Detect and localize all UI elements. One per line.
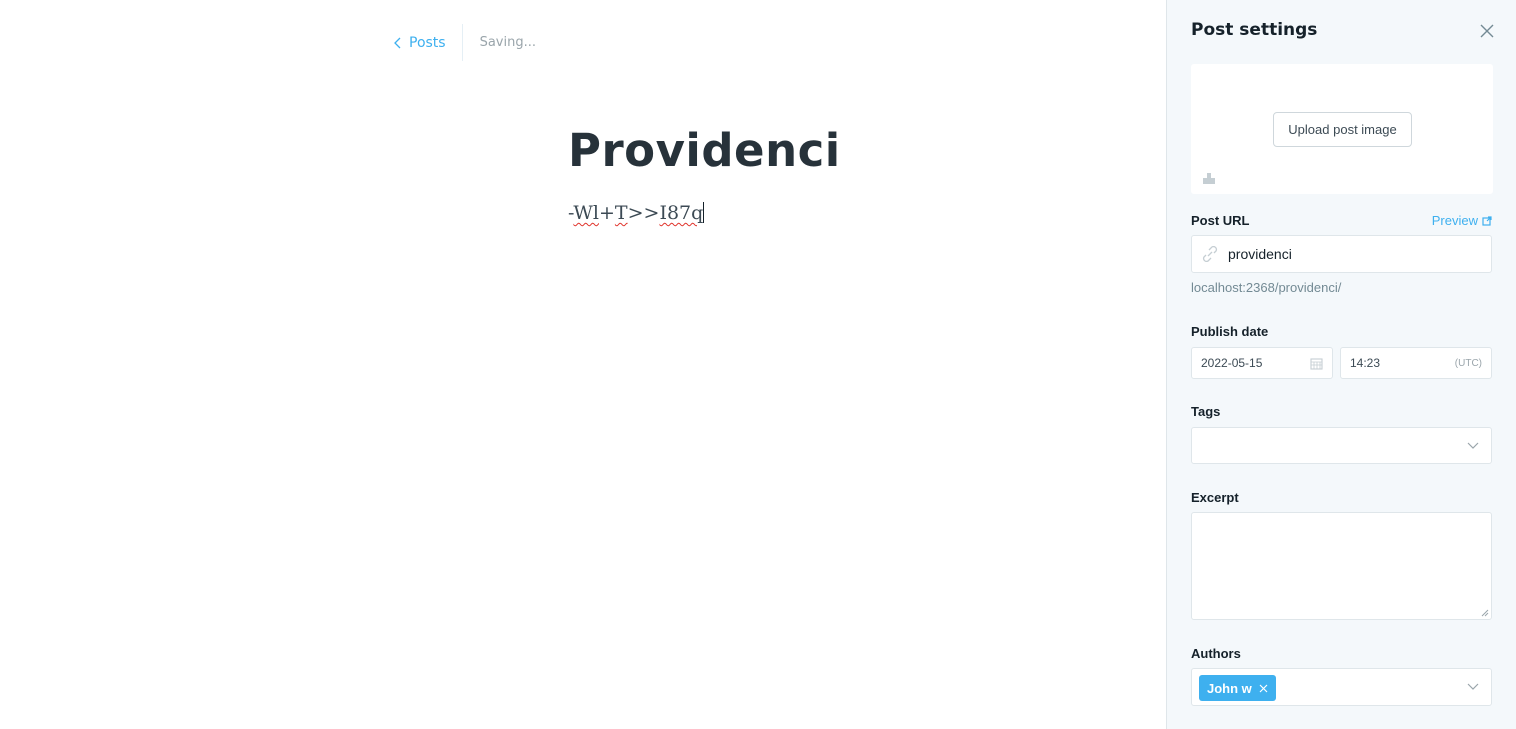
- link-icon: [1202, 246, 1218, 262]
- preview-link[interactable]: Preview: [1432, 213, 1492, 228]
- post-url-input[interactable]: providenci: [1191, 235, 1492, 273]
- sidebar-title: Post settings: [1191, 20, 1318, 40]
- image-icon: [1203, 173, 1215, 184]
- post-url-label: Post URL: [1191, 213, 1250, 228]
- back-to-posts-link[interactable]: Posts: [393, 24, 463, 61]
- close-icon[interactable]: [1478, 22, 1496, 40]
- publish-date-input[interactable]: 2022-05-15: [1191, 347, 1333, 379]
- editor-pane: Posts Saving... Providenci -Wl+T>>I87q: [0, 0, 1166, 729]
- close-icon[interactable]: [1259, 684, 1268, 693]
- upload-post-image-button[interactable]: Upload post image: [1273, 112, 1412, 147]
- post-body[interactable]: -Wl+T>>I87q: [568, 202, 705, 224]
- text-caret: [703, 202, 705, 223]
- resize-handle-icon[interactable]: [1481, 609, 1489, 617]
- post-image-dropzone[interactable]: Upload post image: [1191, 64, 1493, 194]
- author-name: John w: [1207, 680, 1252, 696]
- chevron-left-icon: [394, 37, 401, 48]
- save-status: Saving...: [479, 35, 537, 50]
- excerpt-label: Excerpt: [1191, 490, 1239, 505]
- external-link-icon: [1482, 215, 1492, 226]
- body-text-segment: Wl: [573, 202, 599, 224]
- chevron-down-icon: [1467, 683, 1479, 690]
- excerpt-textarea[interactable]: [1191, 512, 1492, 620]
- post-url-hint: localhost:2368/providenci/: [1191, 280, 1342, 295]
- publish-date-label: Publish date: [1191, 324, 1269, 339]
- time-value: 14:23: [1350, 356, 1381, 370]
- body-text-segment: T: [614, 202, 628, 224]
- body-text-segment: I87q: [659, 202, 704, 224]
- tags-label: Tags: [1191, 404, 1221, 419]
- post-url-value: providenci: [1228, 246, 1292, 262]
- authors-select[interactable]: John w: [1191, 668, 1492, 706]
- date-value: 2022-05-15: [1201, 356, 1263, 370]
- tags-select[interactable]: [1191, 427, 1492, 464]
- editor-header: Posts Saving...: [393, 24, 536, 61]
- back-link-label: Posts: [409, 34, 446, 51]
- preview-label: Preview: [1431, 213, 1478, 228]
- calendar-icon[interactable]: [1310, 357, 1323, 370]
- body-text-segment: +: [599, 202, 615, 224]
- body-text-segment: >>: [627, 202, 660, 224]
- timezone-label: (UTC): [1454, 357, 1482, 369]
- author-chip[interactable]: John w: [1199, 675, 1276, 701]
- post-settings-sidebar: Post settings Upload post image Post URL…: [1166, 0, 1516, 729]
- publish-time-input[interactable]: 14:23 (UTC): [1340, 347, 1492, 379]
- post-title[interactable]: Providenci: [568, 124, 841, 177]
- chevron-down-icon: [1467, 442, 1479, 449]
- authors-label: Authors: [1191, 646, 1241, 661]
